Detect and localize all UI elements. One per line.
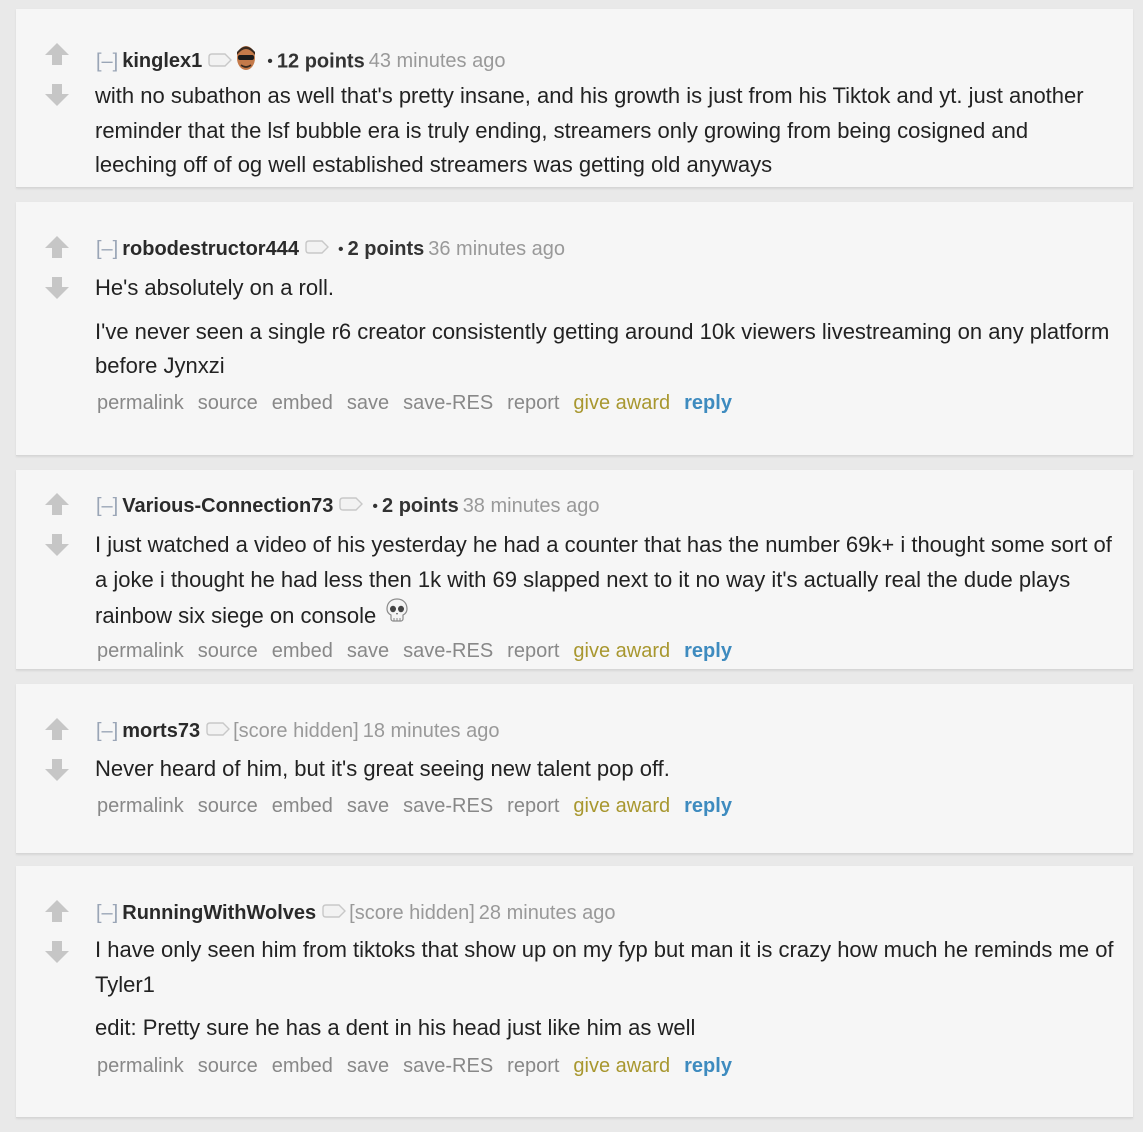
comment-score: 12 points bbox=[276, 50, 365, 73]
report-button[interactable]: report bbox=[507, 795, 559, 817]
comment-tagline: [–] robodestructor444 • 2 points 36 minutes … bbox=[96, 236, 565, 263]
user-tag-icon[interactable] bbox=[206, 718, 231, 742]
comment-actions: permalink source embed save save-RES report gi… bbox=[97, 639, 746, 663]
author-link[interactable]: RunningWithWolves bbox=[122, 902, 316, 924]
source-button[interactable]: source bbox=[198, 392, 258, 414]
downvote-arrow-icon[interactable] bbox=[44, 83, 70, 107]
give-award-button[interactable]: give award bbox=[573, 795, 670, 817]
collapse-toggle[interactable]: [–] bbox=[96, 902, 118, 924]
permalink-button[interactable]: permalink bbox=[97, 392, 184, 414]
comment-tagline: [–] Various-Connection73 • 2 points 38 minut… bbox=[96, 493, 599, 520]
comment-5: [–] RunningWithWolves [score hidden] 28 min… bbox=[16, 866, 1133, 1118]
comment-2: [–] robodestructor444 • 2 points 36 minutes … bbox=[16, 202, 1133, 456]
downvote-arrow-icon[interactable] bbox=[44, 758, 70, 782]
save-button[interactable]: save bbox=[347, 1055, 389, 1077]
comment-timestamp[interactable]: 36 minutes ago bbox=[428, 238, 565, 260]
save-res-button[interactable]: save-RES bbox=[403, 1055, 493, 1077]
comment-paragraph-wrap: I just watched a video of his yesterday … bbox=[95, 528, 1115, 638]
comment-timestamp[interactable]: 18 minutes ago bbox=[363, 720, 500, 742]
downvote-arrow-icon[interactable] bbox=[44, 940, 70, 964]
comment-actions: permalink source embed save save-RES report gi… bbox=[97, 1054, 746, 1078]
permalink-button[interactable]: permalink bbox=[97, 795, 184, 817]
comment-body: I just watched a video of his yesterday … bbox=[95, 528, 1115, 647]
separator-dot: • bbox=[267, 53, 273, 70]
upvote-arrow-icon[interactable] bbox=[44, 717, 70, 741]
comment-body: Never heard of him, but it's great seein… bbox=[95, 752, 1115, 796]
reply-button[interactable]: reply bbox=[684, 795, 732, 817]
comment-paragraph: I have only seen him from tiktoks that s… bbox=[95, 937, 1114, 997]
comment-paragraph: I just watched a video of his yesterday … bbox=[95, 532, 1112, 629]
comment-actions: permalink source embed save save-RES report gi… bbox=[97, 794, 746, 818]
comment-1: [–] kinglex1 • 12 points 43 minutes ago with… bbox=[16, 9, 1133, 188]
comment-tagline: [–] kinglex1 • 12 points 43 minutes ago bbox=[96, 43, 505, 81]
upvote-arrow-icon[interactable] bbox=[44, 235, 70, 259]
report-button[interactable]: report bbox=[507, 1055, 559, 1077]
embed-button[interactable]: embed bbox=[272, 640, 333, 662]
skull-icon bbox=[384, 597, 410, 634]
embed-button[interactable]: embed bbox=[272, 795, 333, 817]
upvote-arrow-icon[interactable] bbox=[44, 492, 70, 516]
comment-body: He's absolutely on a roll. I've never se… bbox=[95, 271, 1115, 393]
reply-button[interactable]: reply bbox=[684, 392, 732, 414]
give-award-button[interactable]: give award bbox=[573, 392, 670, 414]
comment-paragraph: I've never seen a single r6 creator cons… bbox=[95, 318, 1110, 379]
comment-timestamp[interactable]: 43 minutes ago bbox=[369, 50, 506, 72]
comment-actions: permalink source embed save save-RES report gi… bbox=[97, 391, 746, 415]
upvote-arrow-icon[interactable] bbox=[44, 42, 70, 66]
separator-dot: • bbox=[337, 240, 344, 258]
comment-timestamp[interactable]: 28 minutes ago bbox=[479, 902, 616, 924]
source-button[interactable]: source bbox=[198, 1055, 258, 1077]
comment-score: 2 points bbox=[347, 237, 425, 260]
give-award-button[interactable]: give award bbox=[573, 640, 670, 662]
give-award-button[interactable]: give award bbox=[573, 1055, 670, 1077]
report-button[interactable]: report bbox=[507, 640, 559, 662]
collapse-toggle[interactable]: [–] bbox=[96, 720, 118, 742]
author-link[interactable]: morts73 bbox=[122, 720, 200, 742]
source-button[interactable]: source bbox=[198, 640, 258, 662]
save-button[interactable]: save bbox=[347, 392, 389, 414]
comment-paragraph: edit: Pretty sure he has a dent in his h… bbox=[95, 1015, 696, 1040]
comment-paragraph: Never heard of him, but it's great seein… bbox=[95, 756, 670, 781]
user-tag-icon[interactable] bbox=[208, 49, 233, 73]
collapse-toggle[interactable]: [–] bbox=[96, 495, 118, 517]
save-button[interactable]: save bbox=[347, 795, 389, 817]
separator-dot: • bbox=[372, 497, 379, 515]
comment-body: with no subathon as well that's pretty i… bbox=[95, 79, 1115, 192]
embed-button[interactable]: embed bbox=[272, 392, 333, 414]
comment-4: [–] morts73 [score hidden] 18 minutes ago N… bbox=[16, 684, 1133, 854]
flair-avatar-icon bbox=[235, 43, 257, 77]
report-button[interactable]: report bbox=[507, 392, 559, 414]
save-res-button[interactable]: save-RES bbox=[403, 640, 493, 662]
save-res-button[interactable]: save-RES bbox=[403, 392, 493, 414]
comment-tagline: [–] morts73 [score hidden] 18 minutes ago bbox=[96, 718, 499, 745]
user-tag-icon[interactable] bbox=[339, 493, 364, 517]
comment-paragraph: with no subathon as well that's pretty i… bbox=[95, 83, 1084, 177]
comment-paragraph: He's absolutely on a roll. bbox=[95, 275, 334, 300]
comment-body: I have only seen him from tiktoks that s… bbox=[95, 933, 1115, 1055]
comment-score: [score hidden] bbox=[233, 719, 359, 742]
embed-button[interactable]: embed bbox=[272, 1055, 333, 1077]
permalink-button[interactable]: permalink bbox=[97, 640, 184, 662]
save-res-button[interactable]: save-RES bbox=[403, 795, 493, 817]
comment-timestamp[interactable]: 38 minutes ago bbox=[463, 495, 600, 517]
user-tag-icon[interactable] bbox=[322, 900, 347, 924]
comment-tagline: [–] RunningWithWolves [score hidden] 28 min… bbox=[96, 900, 616, 927]
user-tag-icon[interactable] bbox=[305, 236, 329, 260]
downvote-arrow-icon[interactable] bbox=[44, 276, 70, 300]
permalink-button[interactable]: permalink bbox=[97, 1055, 184, 1077]
author-link[interactable]: Various-Connection73 bbox=[122, 495, 333, 517]
reply-button[interactable]: reply bbox=[684, 1055, 732, 1077]
comment-score: [score hidden] bbox=[349, 901, 475, 924]
author-link[interactable]: robodestructor444 bbox=[122, 238, 299, 260]
source-button[interactable]: source bbox=[198, 795, 258, 817]
collapse-toggle[interactable]: [–] bbox=[96, 238, 118, 260]
author-link[interactable]: kinglex1 bbox=[122, 50, 202, 72]
upvote-arrow-icon[interactable] bbox=[44, 899, 70, 923]
downvote-arrow-icon[interactable] bbox=[44, 533, 70, 557]
reply-button[interactable]: reply bbox=[684, 640, 732, 662]
save-button[interactable]: save bbox=[347, 640, 389, 662]
collapse-toggle[interactable]: [–] bbox=[96, 50, 118, 72]
comment-3: [–] Various-Connection73 • 2 points 38 minut… bbox=[16, 470, 1133, 670]
comment-score: 2 points bbox=[382, 494, 459, 517]
